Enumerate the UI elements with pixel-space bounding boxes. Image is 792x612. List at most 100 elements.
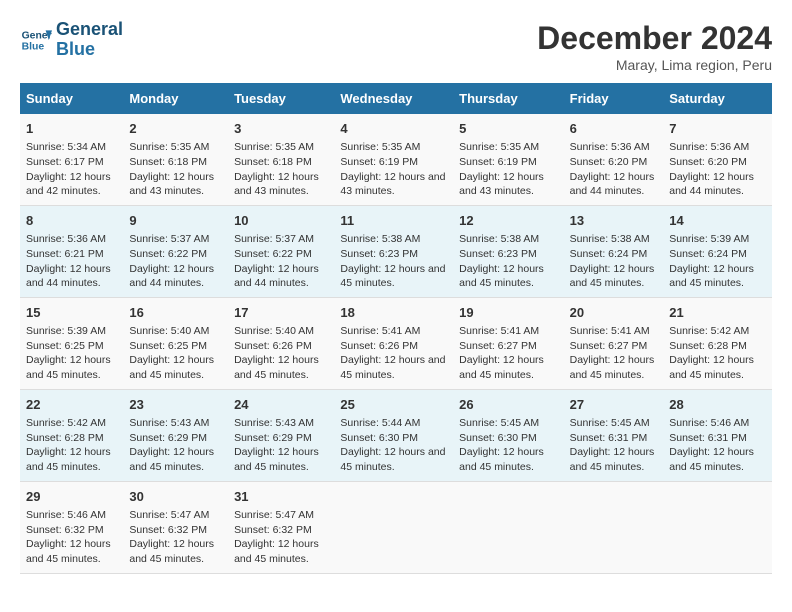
sunrise-text: Sunrise: 5:37 AM	[129, 233, 209, 245]
calendar-table: Sunday Monday Tuesday Wednesday Thursday…	[20, 83, 772, 574]
title-area: December 2024 Maray, Lima region, Peru	[537, 20, 772, 73]
sunset-text: Sunset: 6:22 PM	[129, 248, 207, 260]
day-number: 2	[129, 120, 222, 138]
sunset-text: Sunset: 6:28 PM	[669, 340, 747, 352]
sunset-text: Sunset: 6:32 PM	[129, 524, 207, 536]
calendar-cell: 21 Sunrise: 5:42 AM Sunset: 6:28 PM Dayl…	[663, 297, 772, 389]
sunrise-text: Sunrise: 5:45 AM	[570, 417, 650, 429]
day-number: 18	[340, 304, 447, 322]
col-wednesday: Wednesday	[334, 83, 453, 114]
calendar-cell: 22 Sunrise: 5:42 AM Sunset: 6:28 PM Dayl…	[20, 389, 123, 481]
day-number: 5	[459, 120, 557, 138]
subtitle: Maray, Lima region, Peru	[537, 57, 772, 73]
daylight-text: Daylight: 12 hours and 43 minutes.	[129, 171, 214, 198]
calendar-cell: 31 Sunrise: 5:47 AM Sunset: 6:32 PM Dayl…	[228, 481, 334, 573]
daylight-text: Daylight: 12 hours and 45 minutes.	[340, 263, 445, 290]
sunset-text: Sunset: 6:17 PM	[26, 156, 104, 168]
sunset-text: Sunset: 6:30 PM	[459, 432, 537, 444]
day-number: 26	[459, 396, 557, 414]
sunset-text: Sunset: 6:24 PM	[570, 248, 648, 260]
calendar-cell: 20 Sunrise: 5:41 AM Sunset: 6:27 PM Dayl…	[564, 297, 664, 389]
week-row-4: 22 Sunrise: 5:42 AM Sunset: 6:28 PM Dayl…	[20, 389, 772, 481]
daylight-text: Daylight: 12 hours and 44 minutes.	[26, 263, 111, 290]
daylight-text: Daylight: 12 hours and 45 minutes.	[26, 538, 111, 565]
calendar-cell: 18 Sunrise: 5:41 AM Sunset: 6:26 PM Dayl…	[334, 297, 453, 389]
week-row-3: 15 Sunrise: 5:39 AM Sunset: 6:25 PM Dayl…	[20, 297, 772, 389]
sunset-text: Sunset: 6:32 PM	[26, 524, 104, 536]
calendar-cell: 2 Sunrise: 5:35 AM Sunset: 6:18 PM Dayli…	[123, 114, 228, 205]
calendar-cell: 4 Sunrise: 5:35 AM Sunset: 6:19 PM Dayli…	[334, 114, 453, 205]
col-friday: Friday	[564, 83, 664, 114]
daylight-text: Daylight: 12 hours and 44 minutes.	[129, 263, 214, 290]
col-tuesday: Tuesday	[228, 83, 334, 114]
daylight-text: Daylight: 12 hours and 45 minutes.	[26, 354, 111, 381]
sunset-text: Sunset: 6:29 PM	[234, 432, 312, 444]
daylight-text: Daylight: 12 hours and 44 minutes.	[669, 171, 754, 198]
sunset-text: Sunset: 6:28 PM	[26, 432, 104, 444]
daylight-text: Daylight: 12 hours and 45 minutes.	[459, 354, 544, 381]
day-number: 17	[234, 304, 328, 322]
sunrise-text: Sunrise: 5:41 AM	[570, 325, 650, 337]
sunset-text: Sunset: 6:31 PM	[669, 432, 747, 444]
daylight-text: Daylight: 12 hours and 45 minutes.	[234, 446, 319, 473]
calendar-cell	[334, 481, 453, 573]
sunrise-text: Sunrise: 5:36 AM	[570, 141, 650, 153]
day-number: 24	[234, 396, 328, 414]
calendar-cell	[453, 481, 563, 573]
header: General Blue General Blue December 2024 …	[20, 20, 772, 73]
day-number: 21	[669, 304, 766, 322]
day-number: 14	[669, 212, 766, 230]
calendar-cell: 11 Sunrise: 5:38 AM Sunset: 6:23 PM Dayl…	[334, 205, 453, 297]
sunrise-text: Sunrise: 5:46 AM	[669, 417, 749, 429]
sunset-text: Sunset: 6:23 PM	[340, 248, 418, 260]
sunset-text: Sunset: 6:22 PM	[234, 248, 312, 260]
daylight-text: Daylight: 12 hours and 45 minutes.	[26, 446, 111, 473]
calendar-cell	[564, 481, 664, 573]
sunrise-text: Sunrise: 5:43 AM	[129, 417, 209, 429]
daylight-text: Daylight: 12 hours and 45 minutes.	[669, 263, 754, 290]
day-number: 4	[340, 120, 447, 138]
day-number: 1	[26, 120, 117, 138]
calendar-cell	[663, 481, 772, 573]
day-number: 19	[459, 304, 557, 322]
calendar-cell: 24 Sunrise: 5:43 AM Sunset: 6:29 PM Dayl…	[228, 389, 334, 481]
daylight-text: Daylight: 12 hours and 44 minutes.	[234, 263, 319, 290]
col-saturday: Saturday	[663, 83, 772, 114]
daylight-text: Daylight: 12 hours and 45 minutes.	[234, 354, 319, 381]
sunset-text: Sunset: 6:20 PM	[669, 156, 747, 168]
sunset-text: Sunset: 6:25 PM	[129, 340, 207, 352]
sunset-text: Sunset: 6:32 PM	[234, 524, 312, 536]
sunrise-text: Sunrise: 5:35 AM	[234, 141, 314, 153]
sunset-text: Sunset: 6:26 PM	[234, 340, 312, 352]
header-row: Sunday Monday Tuesday Wednesday Thursday…	[20, 83, 772, 114]
calendar-cell: 12 Sunrise: 5:38 AM Sunset: 6:23 PM Dayl…	[453, 205, 563, 297]
sunset-text: Sunset: 6:25 PM	[26, 340, 104, 352]
calendar-cell: 28 Sunrise: 5:46 AM Sunset: 6:31 PM Dayl…	[663, 389, 772, 481]
calendar-cell: 7 Sunrise: 5:36 AM Sunset: 6:20 PM Dayli…	[663, 114, 772, 205]
calendar-cell: 27 Sunrise: 5:45 AM Sunset: 6:31 PM Dayl…	[564, 389, 664, 481]
col-monday: Monday	[123, 83, 228, 114]
sunrise-text: Sunrise: 5:40 AM	[234, 325, 314, 337]
sunrise-text: Sunrise: 5:42 AM	[26, 417, 106, 429]
day-number: 22	[26, 396, 117, 414]
sunset-text: Sunset: 6:27 PM	[570, 340, 648, 352]
svg-text:Blue: Blue	[22, 41, 45, 52]
day-number: 28	[669, 396, 766, 414]
sunset-text: Sunset: 6:21 PM	[26, 248, 104, 260]
day-number: 6	[570, 120, 658, 138]
sunrise-text: Sunrise: 5:38 AM	[340, 233, 420, 245]
daylight-text: Daylight: 12 hours and 45 minutes.	[669, 446, 754, 473]
day-number: 27	[570, 396, 658, 414]
daylight-text: Daylight: 12 hours and 45 minutes.	[234, 538, 319, 565]
day-number: 3	[234, 120, 328, 138]
day-number: 16	[129, 304, 222, 322]
daylight-text: Daylight: 12 hours and 45 minutes.	[459, 446, 544, 473]
sunrise-text: Sunrise: 5:39 AM	[26, 325, 106, 337]
logo-icon: General Blue	[20, 24, 52, 56]
sunset-text: Sunset: 6:24 PM	[669, 248, 747, 260]
sunrise-text: Sunrise: 5:36 AM	[26, 233, 106, 245]
daylight-text: Daylight: 12 hours and 43 minutes.	[234, 171, 319, 198]
day-number: 23	[129, 396, 222, 414]
week-row-2: 8 Sunrise: 5:36 AM Sunset: 6:21 PM Dayli…	[20, 205, 772, 297]
sunset-text: Sunset: 6:18 PM	[129, 156, 207, 168]
